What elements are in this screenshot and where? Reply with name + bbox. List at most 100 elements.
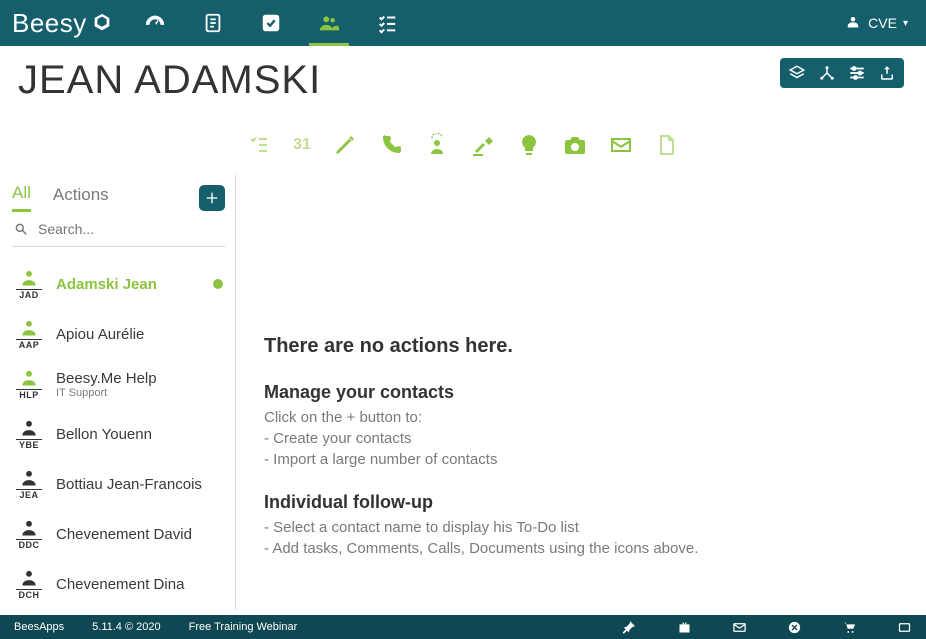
- nav-tasks[interactable]: [257, 0, 285, 46]
- action-calendar[interactable]: 31: [293, 133, 311, 157]
- sidebar-tabs: All Actions: [12, 183, 225, 212]
- user-menu[interactable]: CVE ▾: [844, 14, 908, 32]
- nav-checklist[interactable]: [373, 0, 401, 46]
- action-decision[interactable]: [471, 133, 495, 157]
- phone-icon: [379, 133, 403, 157]
- person-icon: [19, 568, 39, 588]
- search-row: [12, 212, 225, 247]
- footer-cart-icon[interactable]: [842, 620, 857, 635]
- contact-text: Beesy.Me HelpIT Support: [56, 370, 223, 399]
- contact-text: Bellon Youenn: [56, 426, 223, 443]
- person-icon: [19, 368, 39, 388]
- contact-row[interactable]: JEA Bottiau Jean-Francois: [12, 459, 225, 509]
- empty-p4: - Select a contact name to display his T…: [264, 519, 898, 536]
- lightbulb-icon: [517, 133, 541, 157]
- person-icon: [19, 318, 39, 338]
- action-icon-row: 31: [0, 103, 926, 175]
- add-contact-button[interactable]: [199, 185, 225, 211]
- presence-dot: [213, 279, 223, 289]
- top-nav: [141, 0, 401, 46]
- action-edit[interactable]: [333, 133, 357, 157]
- checklist-icon: [376, 12, 398, 34]
- contact-row[interactable]: HLP Beesy.Me HelpIT Support: [12, 359, 225, 409]
- nav-people[interactable]: [315, 0, 343, 46]
- structure-icon[interactable]: [818, 64, 836, 82]
- contact-name: Apiou Aurélie: [56, 326, 144, 343]
- empty-state: There are no actions here. Manage your c…: [264, 335, 898, 557]
- contact-avatar: JAD: [14, 268, 44, 300]
- contact-avatar: JEA: [14, 468, 44, 500]
- sidebar: All Actions JAD Adamski Jean AAP Apiou Auré…: [0, 175, 236, 610]
- footer-webinar[interactable]: Free Training Webinar: [189, 621, 298, 633]
- contact-name: Adamski Jean: [56, 276, 157, 293]
- pencil-icon: [333, 133, 357, 157]
- nav-notes[interactable]: [199, 0, 227, 46]
- empty-p1: Click on the + button to:: [264, 409, 898, 426]
- sliders-icon[interactable]: [848, 64, 866, 82]
- search-icon: [14, 222, 28, 236]
- contact-row[interactable]: DCH Chevenement Dina: [12, 559, 225, 609]
- contact-row[interactable]: AAP Apiou Aurélie: [12, 309, 225, 359]
- contact-initials: DCH: [16, 589, 42, 600]
- contact-subtitle: IT Support: [56, 387, 223, 399]
- nav-dashboard[interactable]: [141, 0, 169, 46]
- action-checklist[interactable]: [247, 133, 271, 157]
- action-call[interactable]: [379, 133, 403, 157]
- checklist-small-icon: [247, 133, 271, 157]
- action-document[interactable]: [655, 133, 679, 157]
- contact-text: Bottiau Jean-Francois: [56, 476, 223, 493]
- footer-brand[interactable]: BeesApps: [14, 621, 64, 633]
- action-mail[interactable]: [609, 133, 633, 157]
- tab-all[interactable]: All: [12, 183, 31, 212]
- empty-p5: - Add tasks, Comments, Calls, Documents …: [264, 540, 898, 557]
- page-title: JEAN ADAMSKI: [18, 58, 321, 103]
- footer-expand-icon[interactable]: [897, 620, 912, 635]
- contact-row[interactable]: ACICipriani Alex: [12, 609, 225, 610]
- user-badge-icon: [844, 14, 862, 32]
- mail-icon: [609, 133, 633, 157]
- contact-text: Adamski Jean: [56, 276, 201, 293]
- gauge-icon: [144, 12, 166, 34]
- contact-initials: JEA: [16, 489, 42, 500]
- contact-row[interactable]: JAD Adamski Jean: [12, 259, 225, 309]
- person-icon: [19, 518, 39, 538]
- contact-avatar: DCH: [14, 568, 44, 600]
- search-input[interactable]: [36, 220, 223, 238]
- footer-envelope-icon[interactable]: [732, 620, 747, 635]
- contact-initials: YBE: [16, 439, 42, 450]
- contact-name: Bellon Youenn: [56, 426, 152, 443]
- topbar: Beesy CVE ▾: [0, 0, 926, 46]
- app-name: Beesy: [12, 8, 87, 39]
- action-photo[interactable]: [563, 133, 587, 157]
- contact-avatar: DDC: [14, 518, 44, 550]
- file-icon: [655, 133, 679, 157]
- action-delegate[interactable]: [425, 133, 449, 157]
- contact-initials: HLP: [16, 389, 42, 400]
- app-logo: Beesy: [12, 8, 113, 39]
- person-icon: [19, 268, 39, 288]
- layers-icon[interactable]: [788, 64, 806, 82]
- contact-avatar: YBE: [14, 418, 44, 450]
- empty-h2: Individual follow-up: [264, 492, 898, 513]
- people-icon: [318, 12, 340, 34]
- contact-row[interactable]: DDC Chevenement David: [12, 509, 225, 559]
- contact-name: Beesy.Me Help: [56, 370, 157, 387]
- contact-text: Chevenement Dina: [56, 576, 223, 593]
- footer-version: 5.11.4 © 2020: [92, 621, 160, 633]
- footer-pin-icon[interactable]: [622, 620, 637, 635]
- export-icon[interactable]: [878, 64, 896, 82]
- contact-name: Chevenement David: [56, 526, 192, 543]
- person-icon: [19, 468, 39, 488]
- logo-hex-icon: [91, 12, 113, 34]
- contact-text: Apiou Aurélie: [56, 326, 223, 343]
- footer-close-circle-icon[interactable]: [787, 620, 802, 635]
- contact-initials: JAD: [16, 289, 42, 300]
- action-idea[interactable]: [517, 133, 541, 157]
- contact-row[interactable]: YBE Bellon Youenn: [12, 409, 225, 459]
- footer-briefcase-icon[interactable]: [677, 620, 692, 635]
- contact-initials: AAP: [16, 339, 42, 350]
- contact-text: Chevenement David: [56, 526, 223, 543]
- tab-actions[interactable]: Actions: [53, 185, 109, 211]
- bottom-bar: BeesApps 5.11.4 © 2020 Free Training Web…: [0, 615, 926, 639]
- camera-icon: [563, 133, 587, 157]
